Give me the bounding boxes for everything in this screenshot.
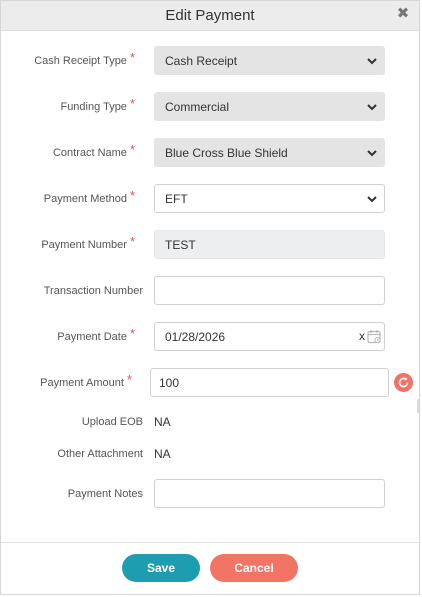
payment-notes-label-text: Payment Notes bbox=[67, 488, 143, 500]
contract-name-label-text: Contract Name bbox=[52, 147, 127, 159]
clear-date-icon[interactable]: x bbox=[359, 329, 365, 343]
payment-method-value: EFT bbox=[165, 191, 188, 206]
other-attachment-row: Other Attachment NA bbox=[1, 439, 419, 469]
upload-eob-label-text: Upload EOB bbox=[81, 416, 143, 428]
cash-receipt-type-label: Cash Receipt Type * bbox=[34, 46, 135, 76]
payment-notes-label: Payment Notes bbox=[68, 479, 143, 509]
required-asterisk: * bbox=[129, 49, 135, 65]
required-asterisk: * bbox=[129, 141, 135, 157]
chevron-down-icon bbox=[367, 196, 377, 203]
refresh-icon[interactable] bbox=[394, 373, 413, 392]
cancel-button[interactable]: Cancel bbox=[210, 554, 298, 582]
cash-receipt-type-label-text: Cash Receipt Type bbox=[34, 55, 127, 67]
funding-type-select[interactable]: Commercial bbox=[154, 92, 385, 121]
payment-method-label-text: Payment Method bbox=[43, 193, 127, 205]
other-attachment-label: Other Attachment bbox=[57, 439, 143, 469]
payment-amount-label-text: Payment Amount bbox=[40, 377, 124, 389]
payment-amount-label: Payment Amount * bbox=[40, 368, 132, 398]
payment-date-input[interactable]: 01/28/2026 x bbox=[154, 322, 385, 351]
dialog-title: Edit Payment bbox=[165, 7, 255, 24]
payment-notes-input[interactable] bbox=[154, 479, 385, 508]
contract-name-label: Contract Name * bbox=[53, 138, 135, 168]
contract-name-select[interactable]: Blue Cross Blue Shield bbox=[154, 138, 385, 167]
contract-name-row: Contract Name * Blue Cross Blue Shield bbox=[1, 138, 419, 168]
save-button[interactable]: Save bbox=[122, 554, 200, 582]
footer-divider bbox=[1, 542, 419, 543]
cash-receipt-type-select[interactable]: Cash Receipt bbox=[154, 46, 385, 75]
payment-amount-input[interactable]: 100 bbox=[150, 368, 389, 397]
chevron-down-icon bbox=[367, 58, 377, 65]
chevron-down-icon bbox=[367, 150, 377, 157]
payment-notes-row: Payment Notes bbox=[1, 479, 419, 509]
funding-type-value: Commercial bbox=[165, 99, 230, 114]
payment-number-label: Payment Number * bbox=[41, 230, 135, 260]
contract-name-value: Blue Cross Blue Shield bbox=[165, 145, 288, 160]
payment-amount-value: 100 bbox=[159, 375, 180, 390]
transaction-number-label: Transaction Number bbox=[44, 276, 143, 306]
edit-payment-dialog: Edit Payment ✖ Cash Receipt Type * Cash … bbox=[0, 0, 420, 595]
payment-date-label-text: Payment Date bbox=[57, 331, 127, 343]
payment-date-row: Payment Date * 01/28/2026 x bbox=[1, 322, 419, 352]
other-attachment-label-text: Other Attachment bbox=[57, 448, 143, 460]
chevron-down-icon bbox=[367, 104, 377, 111]
payment-method-label: Payment Method * bbox=[44, 184, 135, 214]
payment-number-value: TEST bbox=[165, 237, 196, 252]
calendar-icon[interactable] bbox=[367, 329, 382, 344]
payment-number-label-text: Payment Number bbox=[41, 239, 127, 251]
required-asterisk: * bbox=[129, 95, 135, 111]
dialog-header: Edit Payment ✖ bbox=[1, 1, 419, 31]
required-asterisk: * bbox=[129, 187, 135, 203]
payment-date-label: Payment Date * bbox=[57, 322, 135, 352]
funding-type-label-text: Funding Type bbox=[60, 101, 127, 113]
close-icon[interactable]: ✖ bbox=[395, 5, 411, 23]
upload-eob-row: Upload EOB NA bbox=[1, 407, 419, 437]
required-asterisk: * bbox=[129, 233, 135, 249]
payment-method-select[interactable]: EFT bbox=[154, 184, 385, 213]
other-attachment-value: NA bbox=[154, 447, 171, 461]
payment-number-row: Payment Number * TEST bbox=[1, 230, 419, 260]
scrollbar-thumb[interactable] bbox=[417, 399, 419, 413]
required-asterisk: * bbox=[129, 325, 135, 341]
payment-number-input[interactable]: TEST bbox=[154, 230, 385, 259]
payment-amount-row: Payment Amount * 100 bbox=[1, 368, 419, 398]
payment-method-row: Payment Method * EFT bbox=[1, 184, 419, 214]
transaction-number-input[interactable] bbox=[154, 276, 385, 305]
upload-eob-label: Upload EOB bbox=[82, 407, 143, 437]
transaction-number-row: Transaction Number bbox=[1, 276, 419, 306]
cash-receipt-type-row: Cash Receipt Type * Cash Receipt bbox=[1, 46, 419, 76]
payment-date-value: 01/28/2026 bbox=[165, 329, 226, 344]
required-asterisk: * bbox=[126, 371, 132, 387]
cash-receipt-type-value: Cash Receipt bbox=[165, 53, 238, 68]
funding-type-label: Funding Type * bbox=[60, 92, 135, 122]
transaction-number-label-text: Transaction Number bbox=[43, 285, 143, 297]
upload-eob-value: NA bbox=[154, 415, 171, 429]
funding-type-row: Funding Type * Commercial bbox=[1, 92, 419, 122]
